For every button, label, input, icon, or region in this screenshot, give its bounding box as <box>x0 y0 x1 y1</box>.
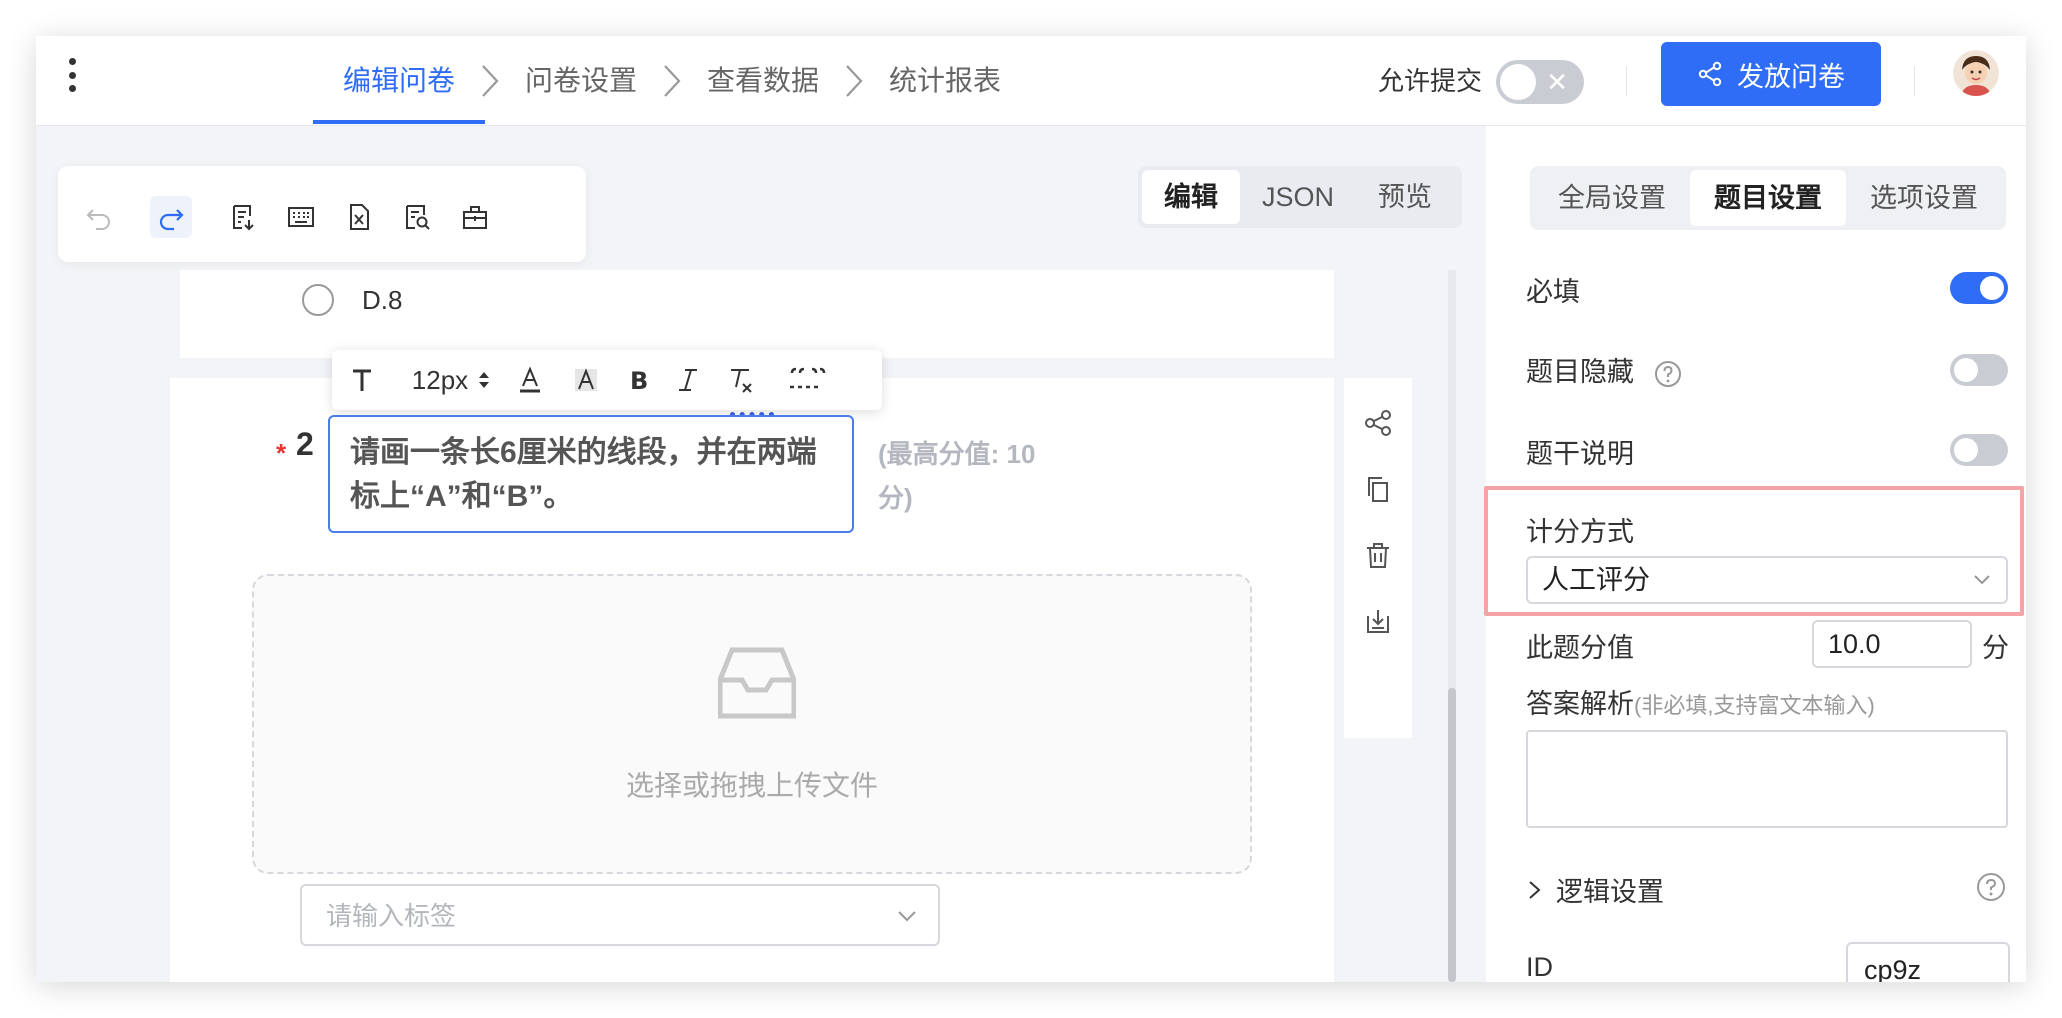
score-unit: 分 <box>1982 633 2009 663</box>
option-label: D.8 <box>362 285 403 315</box>
step-data[interactable]: 查看数据 <box>707 36 819 126</box>
step-settings[interactable]: 问卷设置 <box>525 36 637 126</box>
id-label: ID <box>1526 952 1553 982</box>
answer-analysis-label: 答案解析 <box>1526 689 1634 719</box>
tag-select[interactable]: 请输入标签 <box>300 884 940 946</box>
app-window: 编辑问卷 问卷设置 查看数据 统计报表 允许提交 ✕ 发放问卷 编辑 JSON … <box>36 36 2026 982</box>
score-input[interactable]: 10.0 <box>1812 620 1972 668</box>
quote-icon[interactable] <box>782 360 830 400</box>
background-color-icon[interactable] <box>568 360 604 400</box>
step-edit[interactable]: 编辑问卷 <box>312 36 486 126</box>
avatar[interactable] <box>1953 50 1999 96</box>
tab-preview[interactable]: 预览 <box>1356 170 1454 224</box>
add-question-icon[interactable] <box>222 196 264 238</box>
answer-analysis-hint: (非必填,支持富文本输入) <box>1634 693 1875 718</box>
hide-question-toggle[interactable] <box>1950 354 2008 386</box>
chevron-down-icon <box>1974 575 1990 585</box>
tab-global-settings[interactable]: 全局设置 <box>1534 170 1690 226</box>
delete-icon[interactable] <box>1363 540 1393 570</box>
tab-option-settings[interactable]: 选项设置 <box>1846 170 2002 226</box>
italic-icon[interactable] <box>670 360 706 400</box>
required-toggle[interactable] <box>1950 272 2008 304</box>
allow-submit-toggle[interactable]: ✕ <box>1496 60 1584 104</box>
more-menu-icon[interactable] <box>66 58 78 92</box>
logic-settings-toggle[interactable]: 逻辑设置 <box>1526 870 1664 909</box>
save-to-bank-icon[interactable] <box>1363 606 1393 636</box>
scoring-method-select[interactable]: 人工评分 <box>1526 556 2008 604</box>
share-icon <box>1698 61 1722 87</box>
font-color-icon[interactable] <box>512 360 548 400</box>
logic-flow-icon[interactable] <box>1363 408 1393 438</box>
bold-icon[interactable]: B <box>620 360 656 400</box>
divider <box>1914 66 1915 96</box>
rich-text-toolbar: 12px B <box>332 350 882 410</box>
step-report[interactable]: 统计报表 <box>889 36 1001 126</box>
settings-tabs: 全局设置 题目设置 选项设置 <box>1530 166 2006 230</box>
scoring-method-label: 计分方式 <box>1526 517 1634 547</box>
description-toggle[interactable] <box>1950 434 2008 466</box>
clear-format-icon[interactable] <box>722 360 758 400</box>
top-bar: 编辑问卷 问卷设置 查看数据 统计报表 允许提交 ✕ 发放问卷 <box>36 36 2026 126</box>
publish-button-label: 发放问卷 <box>1737 61 1845 92</box>
tab-question-settings[interactable]: 题目设置 <box>1690 170 1846 226</box>
option-radio[interactable] <box>302 284 334 316</box>
chevron-right-icon <box>1529 880 1541 899</box>
question-number: 2 <box>296 426 314 462</box>
undo-icon[interactable] <box>78 196 120 238</box>
tag-select-placeholder: 请输入标签 <box>326 901 457 931</box>
svg-text:B: B <box>630 367 648 395</box>
help-icon[interactable] <box>1654 360 1682 388</box>
max-score-hint: (最高分值: 10分) <box>878 439 1036 513</box>
required-mark: * <box>276 438 287 468</box>
hide-question-label: 题目隐藏 <box>1526 357 1634 387</box>
keyboard-icon[interactable] <box>280 196 322 238</box>
logic-settings-label: 逻辑设置 <box>1556 877 1664 907</box>
sort-icon <box>479 372 490 388</box>
chevron-right-icon <box>637 36 707 126</box>
editor-toolbar <box>58 166 586 262</box>
redo-icon[interactable] <box>150 196 192 238</box>
hide-question-row: 题目隐藏 <box>1526 350 1682 389</box>
toolbox-icon[interactable] <box>454 196 496 238</box>
upload-text: 选择或拖拽上传文件 <box>625 770 878 801</box>
excel-import-icon[interactable] <box>338 196 380 238</box>
text-style-icon[interactable] <box>344 360 380 400</box>
id-input[interactable]: cp9z <box>1846 942 2010 982</box>
copy-icon[interactable] <box>1363 474 1393 504</box>
previous-question-card <box>180 270 1334 358</box>
mode-tabs: 编辑 JSON 预览 <box>1138 166 1462 228</box>
question-title-editor[interactable]: 请画一条长6厘米的线段，并在两端标上“A”和“B”。 <box>328 415 854 533</box>
inbox-icon <box>718 647 796 719</box>
score-label: 此题分值 <box>1526 633 1634 663</box>
close-icon: ✕ <box>1546 67 1568 97</box>
font-size-value: 12px <box>411 364 469 395</box>
description-label: 题干说明 <box>1526 439 1634 469</box>
publish-button[interactable]: 发放问卷 <box>1661 42 1881 106</box>
font-size-select[interactable]: 12px <box>402 360 502 400</box>
divider <box>1626 66 1627 96</box>
answer-analysis-input[interactable] <box>1526 730 2008 828</box>
required-label: 必填 <box>1526 277 1580 307</box>
scoring-method-value: 人工评分 <box>1542 565 1650 595</box>
tab-json[interactable]: JSON <box>1240 170 1356 224</box>
help-icon[interactable] <box>1976 872 2006 902</box>
tab-edit[interactable]: 编辑 <box>1142 170 1240 224</box>
question-actions <box>1344 378 1412 738</box>
chevron-right-icon <box>455 36 525 126</box>
scrollbar-thumb[interactable] <box>1448 688 1456 982</box>
preview-doc-icon[interactable] <box>396 196 438 238</box>
step-nav: 编辑问卷 问卷设置 查看数据 统计报表 <box>312 36 1001 126</box>
chevron-down-icon <box>898 911 916 922</box>
file-upload-area[interactable]: 选择或拖拽上传文件 <box>252 574 1252 874</box>
allow-submit-label: 允许提交 <box>1378 66 1483 96</box>
chevron-right-icon <box>819 36 889 126</box>
answer-analysis-row: 答案解析(非必填,支持富文本输入) <box>1526 682 1875 721</box>
